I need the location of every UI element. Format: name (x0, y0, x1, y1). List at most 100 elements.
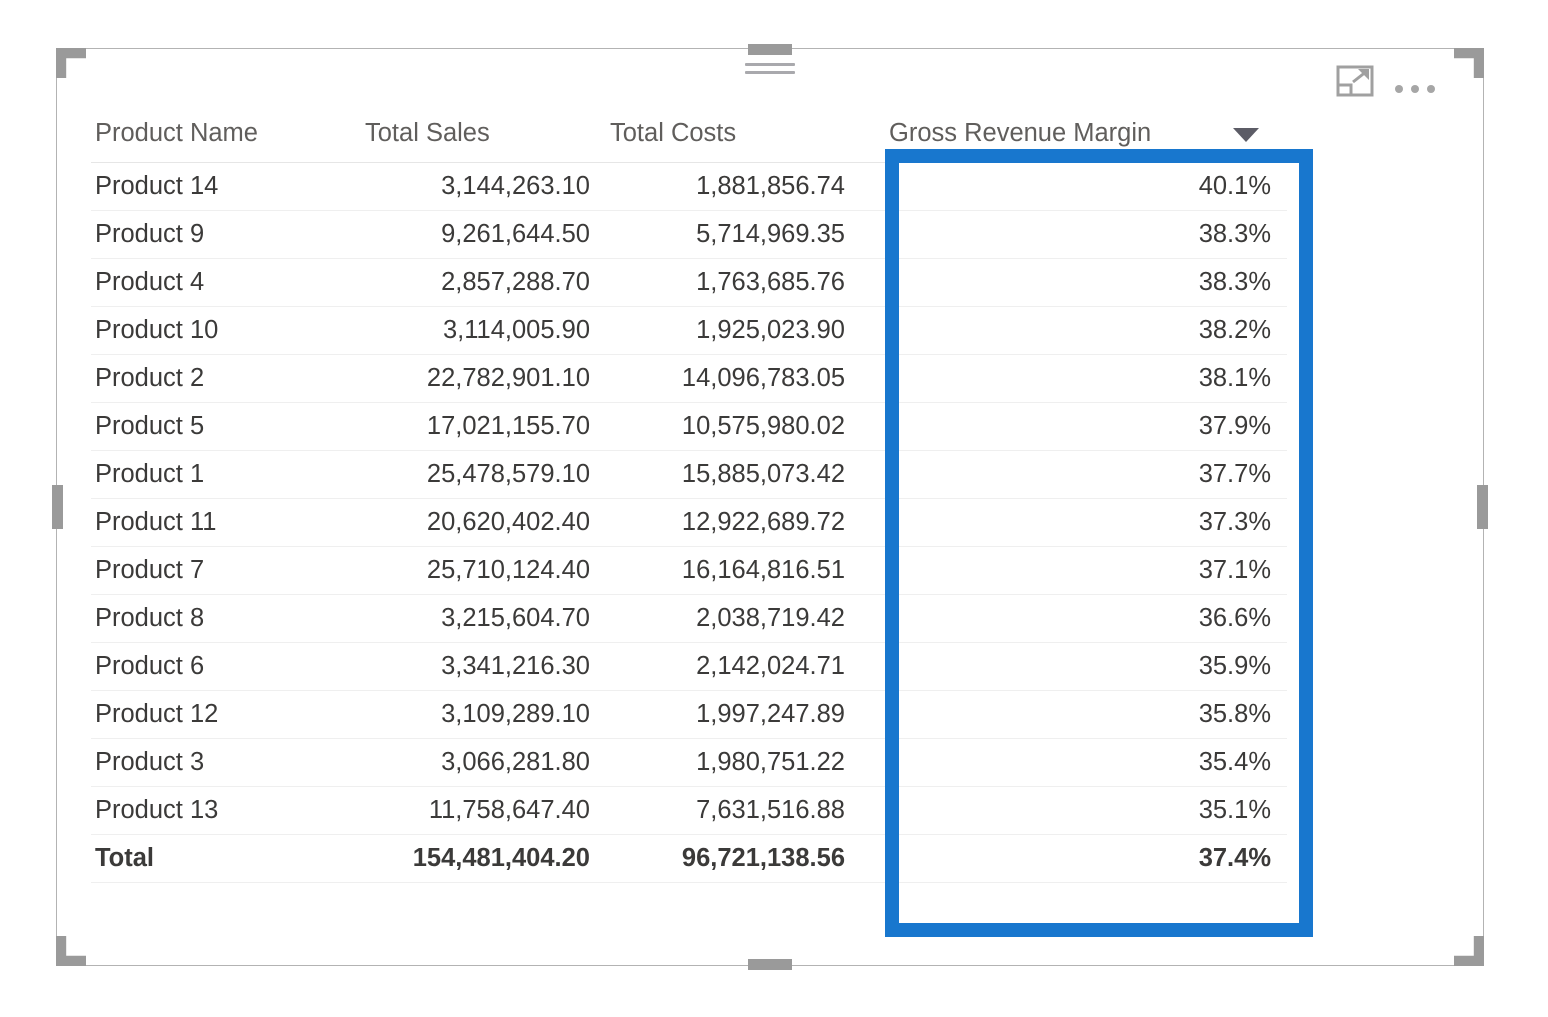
sort-descending-icon[interactable] (1233, 128, 1259, 142)
cell-product-name[interactable]: Product 12 (91, 690, 361, 739)
cell-gross-revenue-margin[interactable]: 36.6% (861, 594, 1287, 643)
cell-gross-revenue-margin[interactable]: 37.9% (861, 402, 1287, 451)
cell-total-costs[interactable]: 10,575,980.02 (606, 402, 861, 451)
column-header-gross-revenue-margin[interactable]: Gross Revenue Margin (861, 119, 1287, 163)
more-options-icon[interactable] (1395, 61, 1441, 101)
cell-total-costs[interactable]: 12,922,689.72 (606, 498, 861, 547)
cell-total-costs[interactable]: 16,164,816.51 (606, 546, 861, 595)
cell-product-name[interactable]: Product 7 (91, 546, 361, 595)
cell-product-name[interactable]: Product 9 (91, 210, 361, 259)
ellipsis-dot (1427, 85, 1435, 93)
cell-total-sales[interactable]: 3,109,289.10 (361, 690, 606, 739)
cell-total-sales[interactable]: 25,710,124.40 (361, 546, 606, 595)
cell-product-name[interactable]: Product 5 (91, 402, 361, 451)
cell-total-sales[interactable]: 25,478,579.10 (361, 450, 606, 499)
cell-total-costs[interactable]: 5,714,969.35 (606, 210, 861, 259)
table-total-row: Total 154,481,404.20 96,721,138.56 37.4% (91, 834, 1287, 883)
column-header-total-sales[interactable]: Total Sales (361, 119, 606, 163)
cell-total-costs-total: 96,721,138.56 (606, 834, 861, 883)
cell-gross-revenue-margin[interactable]: 35.4% (861, 738, 1287, 787)
drag-handle-line (745, 63, 795, 66)
cell-total-costs[interactable]: 2,038,719.42 (606, 594, 861, 643)
cell-product-name[interactable]: Product 8 (91, 594, 361, 643)
drag-handle-icon[interactable] (745, 63, 795, 77)
cell-total-sales[interactable]: 20,620,402.40 (361, 498, 606, 547)
table-row[interactable]: Product 14 3,144,263.10 1,881,856.74 40.1% (91, 162, 1287, 211)
cell-gross-revenue-margin[interactable]: 40.1% (861, 162, 1287, 211)
table-row[interactable]: Product 4 2,857,288.70 1,763,685.76 38.3% (91, 258, 1287, 307)
cell-total-sales[interactable]: 3,215,604.70 (361, 594, 606, 643)
cell-gross-revenue-margin[interactable]: 38.1% (861, 354, 1287, 403)
cell-total-costs[interactable]: 1,925,023.90 (606, 306, 861, 355)
table-header: Product Name Total Sales Total Costs Gro… (91, 119, 1287, 163)
data-table: Product Name Total Sales Total Costs Gro… (91, 119, 1287, 883)
table-row[interactable]: Product 12 3,109,289.10 1,997,247.89 35.8% (91, 690, 1287, 739)
focus-mode-icon[interactable] (1335, 61, 1375, 101)
cell-gross-revenue-margin-total: 37.4% (861, 834, 1287, 883)
table-row[interactable]: Product 13 11,758,647.40 7,631,516.88 35.1% (91, 786, 1287, 835)
table-row[interactable]: Product 1 25,478,579.10 15,885,073.42 37.7% (91, 450, 1287, 499)
cell-total-sales[interactable]: 11,758,647.40 (361, 786, 606, 835)
selection-handle-left[interactable] (52, 485, 63, 529)
cell-product-name[interactable]: Product 1 (91, 450, 361, 499)
header-row: Product Name Total Sales Total Costs Gro… (91, 119, 1287, 163)
cell-total-sales[interactable]: 22,782,901.10 (361, 354, 606, 403)
cell-product-name[interactable]: Product 2 (91, 354, 361, 403)
cell-total-costs[interactable]: 2,142,024.71 (606, 642, 861, 691)
cell-gross-revenue-margin[interactable]: 35.8% (861, 690, 1287, 739)
cell-gross-revenue-margin[interactable]: 37.7% (861, 450, 1287, 499)
table-row[interactable]: Product 5 17,021,155.70 10,575,980.02 37.9% (91, 402, 1287, 451)
table-body: Product 14 3,144,263.10 1,881,856.74 40.1% P… (91, 162, 1287, 883)
cell-gross-revenue-margin[interactable]: 37.3% (861, 498, 1287, 547)
cell-product-name[interactable]: Product 4 (91, 258, 361, 307)
cell-gross-revenue-margin[interactable]: 37.1% (861, 546, 1287, 595)
cell-total-costs[interactable]: 14,096,783.05 (606, 354, 861, 403)
cell-total-costs[interactable]: 15,885,073.42 (606, 450, 861, 499)
table-visual-container[interactable]: Product Name Total Sales Total Costs Gro… (52, 44, 1488, 970)
cell-product-name[interactable]: Product 3 (91, 738, 361, 787)
table-row[interactable]: Product 2 22,782,901.10 14,096,783.05 38.1% (91, 354, 1287, 403)
selection-handle-bottom[interactable] (748, 959, 792, 970)
cell-gross-revenue-margin[interactable]: 38.3% (861, 210, 1287, 259)
cell-total-sales-total: 154,481,404.20 (361, 834, 606, 883)
cell-gross-revenue-margin[interactable]: 38.2% (861, 306, 1287, 355)
cell-total-label: Total (91, 834, 361, 883)
cell-product-name[interactable]: Product 14 (91, 162, 361, 211)
cell-total-sales[interactable]: 9,261,644.50 (361, 210, 606, 259)
cell-total-sales[interactable]: 2,857,288.70 (361, 258, 606, 307)
table-row[interactable]: Product 11 20,620,402.40 12,922,689.72 37.3… (91, 498, 1287, 547)
column-header-product-name[interactable]: Product Name (91, 119, 361, 163)
table-row[interactable]: Product 6 3,341,216.30 2,142,024.71 35.9% (91, 642, 1287, 691)
cell-total-costs[interactable]: 1,997,247.89 (606, 690, 861, 739)
column-header-total-costs[interactable]: Total Costs (606, 119, 861, 163)
cell-total-costs[interactable]: 7,631,516.88 (606, 786, 861, 835)
cell-gross-revenue-margin[interactable]: 35.9% (861, 642, 1287, 691)
drag-handle-line (745, 71, 795, 74)
selection-handle-right[interactable] (1477, 485, 1488, 529)
visual-header (57, 49, 1483, 107)
cell-product-name[interactable]: Product 11 (91, 498, 361, 547)
cell-total-sales[interactable]: 3,341,216.30 (361, 642, 606, 691)
table-row[interactable]: Product 8 3,215,604.70 2,038,719.42 36.6% (91, 594, 1287, 643)
ellipsis-dot (1411, 85, 1419, 93)
table-row[interactable]: Product 7 25,710,124.40 16,164,816.51 37.1% (91, 546, 1287, 595)
cell-total-sales[interactable]: 3,114,005.90 (361, 306, 606, 355)
table-row[interactable]: Product 10 3,114,005.90 1,925,023.90 38.2% (91, 306, 1287, 355)
cell-total-costs[interactable]: 1,763,685.76 (606, 258, 861, 307)
cell-gross-revenue-margin[interactable]: 35.1% (861, 786, 1287, 835)
cell-total-sales[interactable]: 3,066,281.80 (361, 738, 606, 787)
selection-handle-bottom-left[interactable] (56, 936, 86, 966)
cell-gross-revenue-margin[interactable]: 38.3% (861, 258, 1287, 307)
cell-total-sales[interactable]: 17,021,155.70 (361, 402, 606, 451)
selection-handle-bottom-right[interactable] (1454, 936, 1484, 966)
cell-total-costs[interactable]: 1,881,856.74 (606, 162, 861, 211)
cell-product-name[interactable]: Product 13 (91, 786, 361, 835)
cell-total-costs[interactable]: 1,980,751.22 (606, 738, 861, 787)
selection-handle-top[interactable] (748, 44, 792, 55)
cell-product-name[interactable]: Product 6 (91, 642, 361, 691)
cell-total-sales[interactable]: 3,144,263.10 (361, 162, 606, 211)
table-grid[interactable]: Product Name Total Sales Total Costs Gro… (91, 119, 1449, 883)
table-row[interactable]: Product 3 3,066,281.80 1,980,751.22 35.4% (91, 738, 1287, 787)
cell-product-name[interactable]: Product 10 (91, 306, 361, 355)
table-row[interactable]: Product 9 9,261,644.50 5,714,969.35 38.3% (91, 210, 1287, 259)
